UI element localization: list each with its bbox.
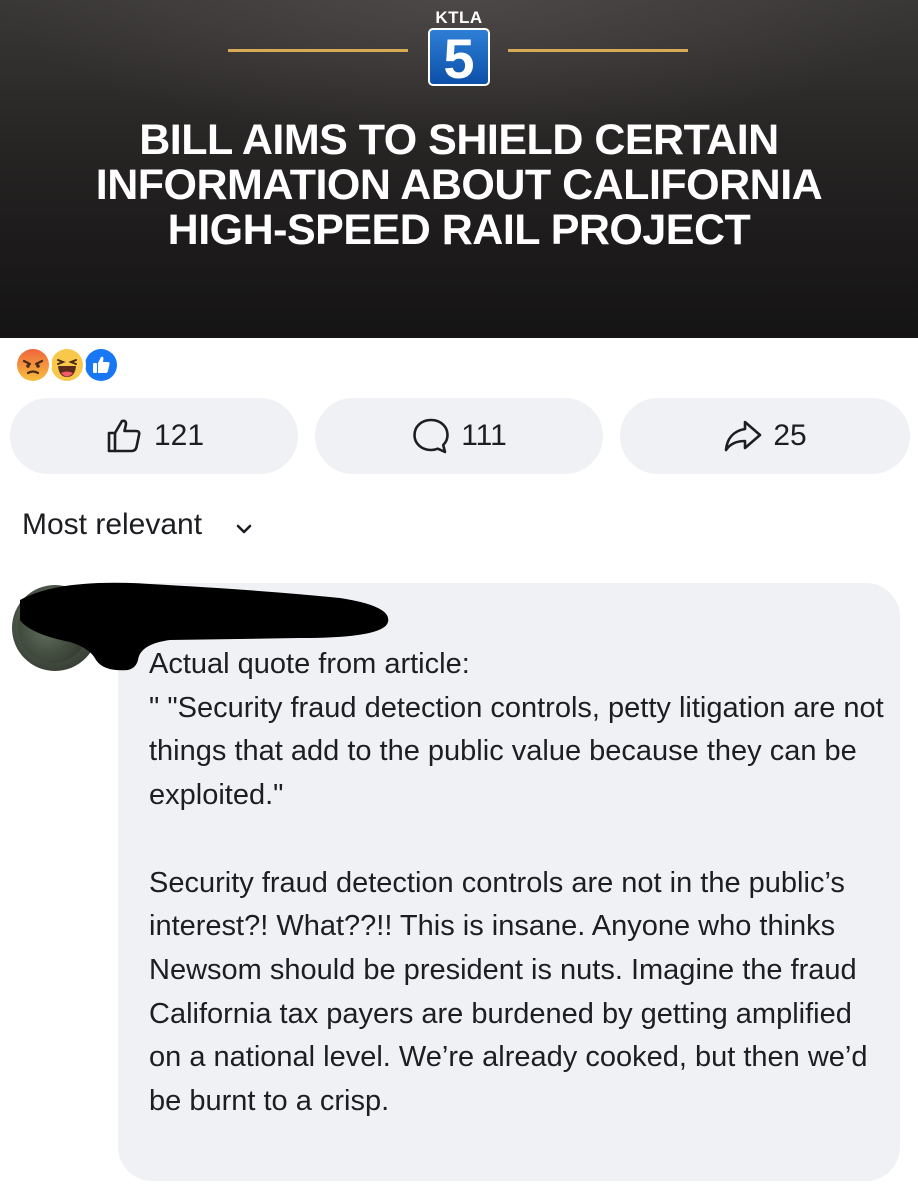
article-link-banner[interactable]: KTLA 5 BILL AIMS TO SHIELD CERTAIN INFOR…	[0, 0, 918, 338]
share-count: 25	[773, 419, 807, 452]
comment-sort-dropdown[interactable]: Most relevant	[22, 505, 252, 545]
share-arrow-icon	[723, 416, 763, 456]
avatar-photo	[18, 593, 88, 663]
like-button[interactable]: 121	[10, 398, 298, 474]
angry-icon	[14, 346, 52, 384]
commenter-avatar[interactable]	[12, 585, 98, 671]
article-headline: BILL AIMS TO SHIELD CERTAIN INFORMATION …	[95, 116, 823, 254]
thumbs-up-icon	[104, 416, 144, 456]
like-icon	[82, 346, 120, 384]
comment-body: Actual quote from article: " "Security f…	[149, 648, 884, 1118]
gold-rule-left	[228, 49, 408, 52]
ktla-logo-number: 5	[443, 28, 474, 86]
comment-button[interactable]: 111	[315, 398, 603, 474]
comment-count: 111	[461, 419, 507, 452]
ktla-wordmark: KTLA	[435, 8, 483, 27]
share-button[interactable]: 25	[620, 398, 910, 474]
chevron-down-icon	[236, 509, 252, 543]
comment-bubble-icon	[411, 416, 451, 456]
reaction-summary[interactable]	[14, 346, 124, 384]
haha-icon	[48, 346, 86, 384]
gold-rule-right	[508, 49, 688, 52]
sort-label: Most relevant	[22, 508, 203, 541]
ktla-5-logo-icon: 5	[428, 28, 490, 86]
like-count: 121	[153, 419, 205, 452]
